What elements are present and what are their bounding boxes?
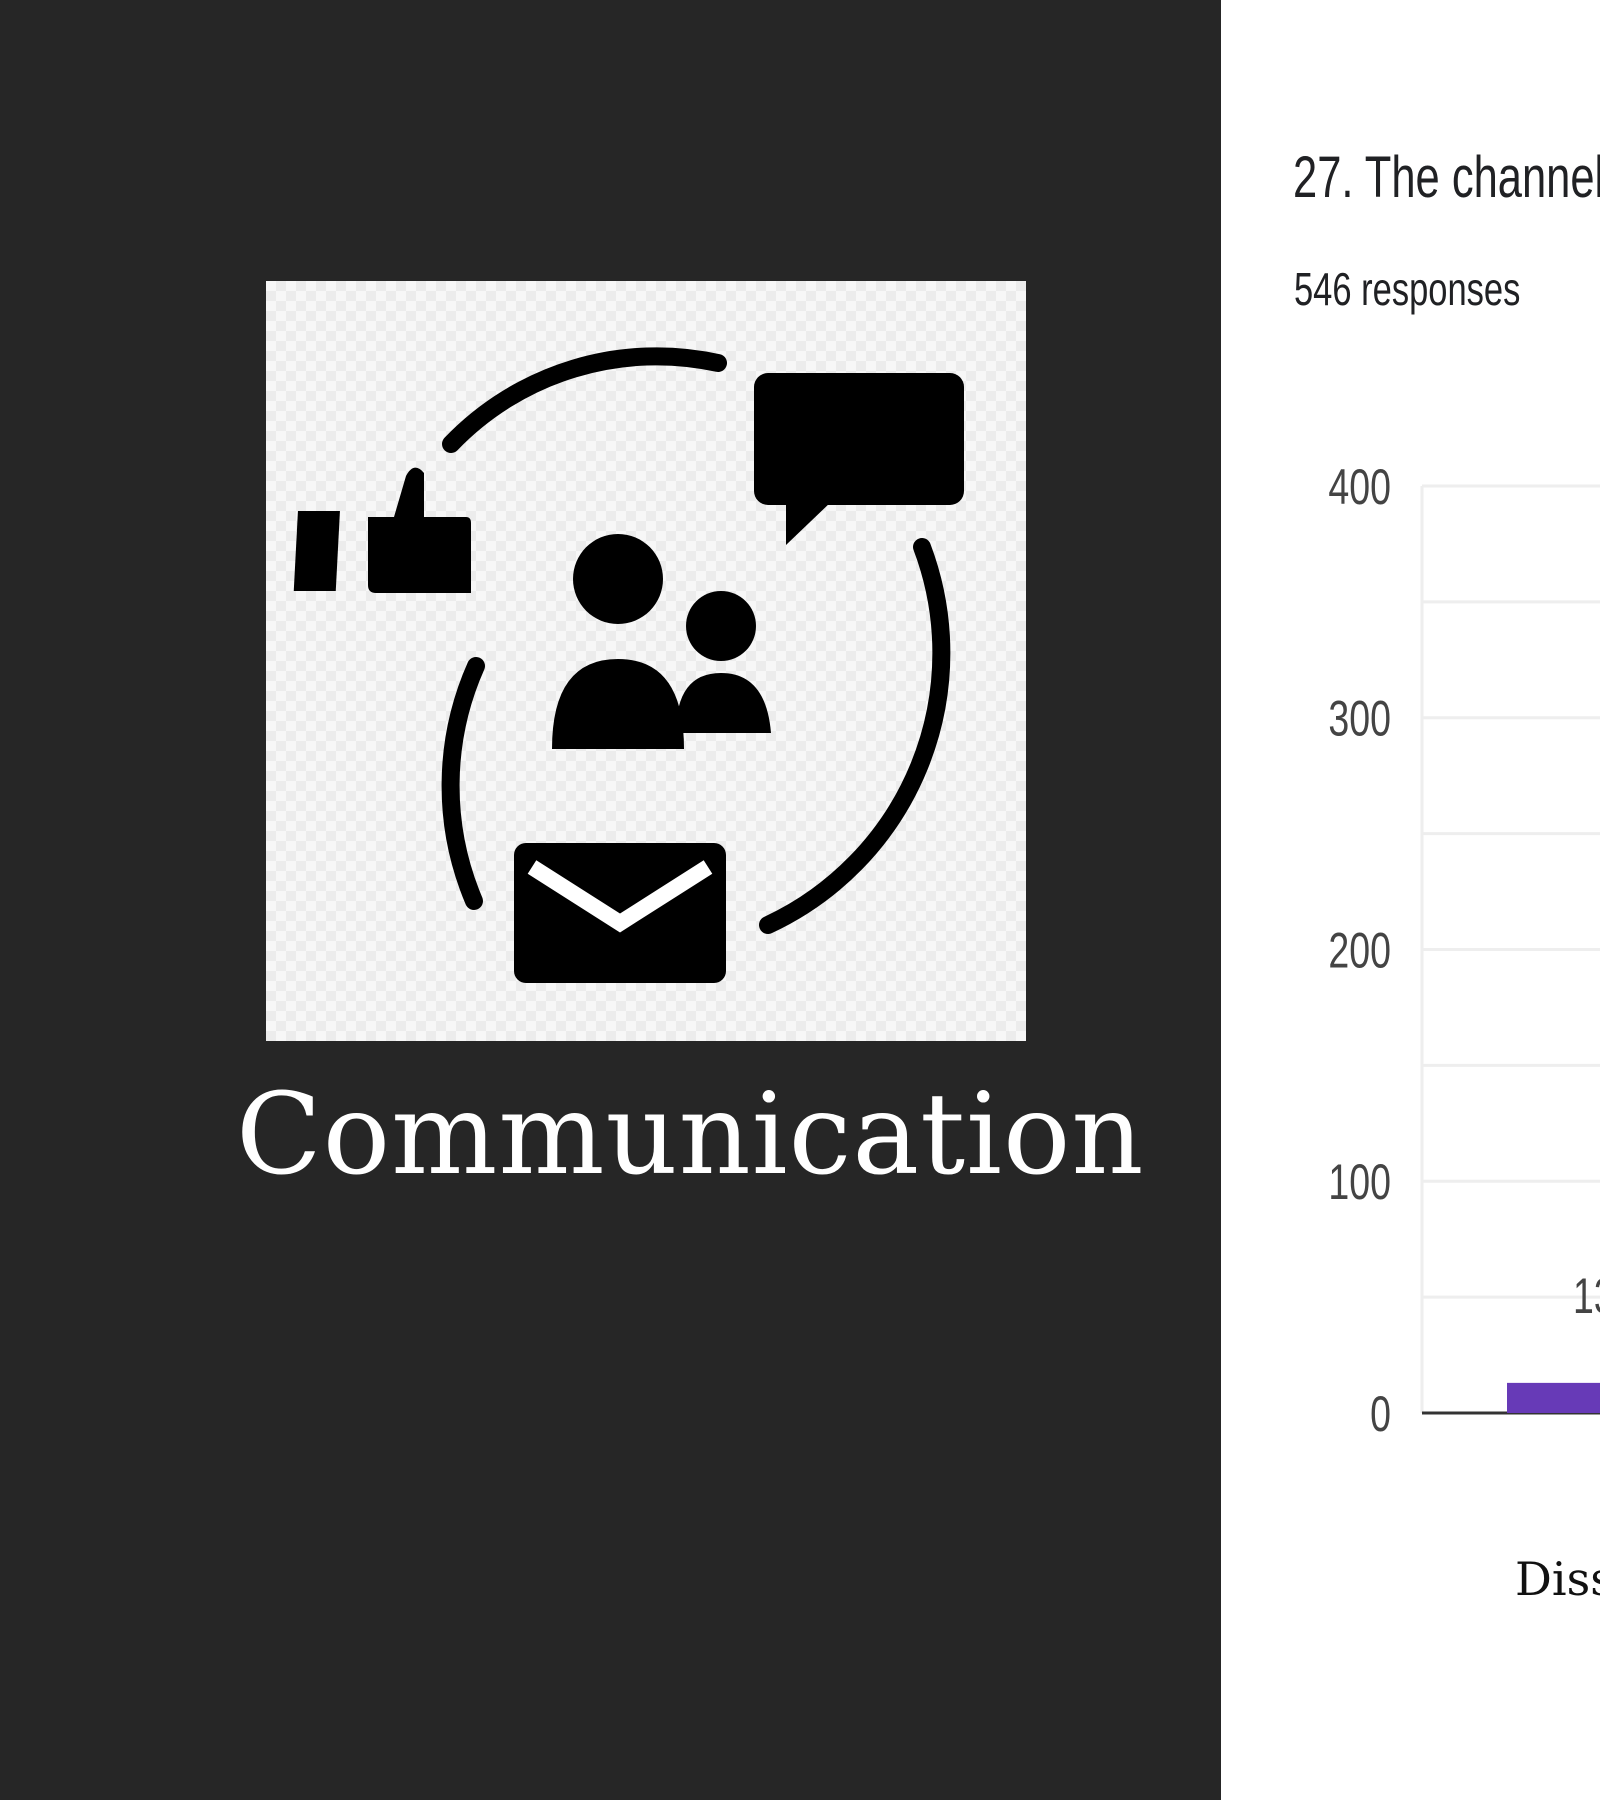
x-category-label: Diss <box>1515 1552 1600 1606</box>
y-tick-label: 300 <box>1328 692 1391 747</box>
y-tick-label: 400 <box>1328 460 1391 515</box>
bar-value-label: 13 <box>1573 1269 1600 1324</box>
survey-results-panel: 27. The channel/r 546 responses 0 100 200 3… <box>1221 0 1600 1800</box>
slide-caption: Communication <box>236 1070 1145 1200</box>
bar-chart: 0 100 200 300 400 13 Diss <box>1328 460 1600 1606</box>
bar <box>1507 1382 1600 1413</box>
slide-panel: Communication <box>0 0 1221 1800</box>
y-tick-label: 0 <box>1370 1387 1391 1442</box>
communication-image <box>266 281 1026 1041</box>
y-tick-label: 100 <box>1328 1155 1391 1210</box>
communication-cycle-icon <box>293 347 964 983</box>
y-tick-label: 200 <box>1328 923 1391 978</box>
